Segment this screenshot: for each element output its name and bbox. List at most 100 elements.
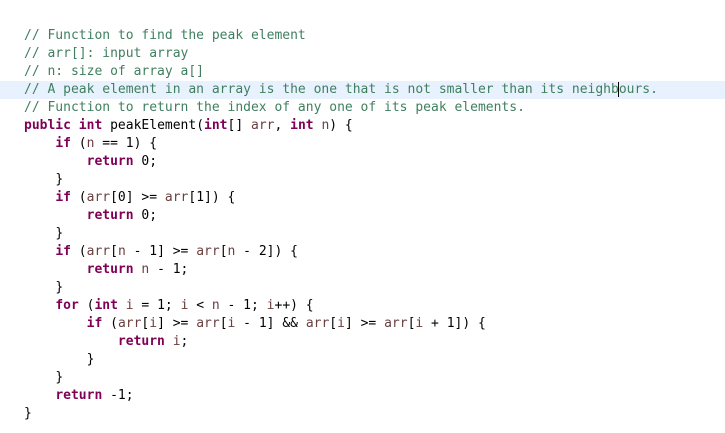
code-line[interactable]: } — [0, 279, 725, 297]
code-token: 0; — [133, 208, 158, 223]
code-line[interactable]: return 0; — [0, 153, 725, 171]
code-line[interactable]: // n: size of array a[] — [0, 63, 725, 81]
code-line[interactable]: // Function to return the index of any o… — [0, 99, 725, 117]
code-token: [0] >= — [110, 190, 165, 205]
code-line[interactable]: } — [0, 369, 725, 387]
variable-token: n — [117, 244, 126, 259]
code-line-current[interactable]: // A peak element in an array is the one… — [0, 81, 725, 99]
code-line[interactable]: return n - 1; — [0, 261, 725, 279]
code-line[interactable]: // Function to find the peak element — [0, 27, 725, 45]
code-token: -1; — [102, 388, 134, 403]
code-line[interactable]: if (arr[i] >= arr[i - 1] && arr[i] >= ar… — [0, 315, 725, 333]
variable-token: arr — [117, 316, 142, 331]
keyword-token: return — [86, 154, 134, 169]
code-line[interactable]: return -1; — [0, 387, 725, 405]
code-token: ( — [70, 190, 87, 205]
variable-token: arr — [196, 316, 220, 331]
code-token: } — [55, 280, 64, 295]
keyword-token: if — [55, 244, 71, 259]
variable-token: arr — [251, 118, 275, 133]
variable-token: i — [149, 316, 158, 331]
comment-token: // Function to return the index of any o… — [24, 100, 525, 115]
code-token: } — [55, 370, 64, 385]
code-token: ( — [78, 298, 95, 313]
code-editor[interactable]: // Function to find the peak element // a… — [0, 0, 725, 433]
variable-token: i — [125, 298, 134, 313]
code-token: ++) { — [274, 298, 314, 313]
variable-token: arr — [86, 190, 111, 205]
variable-token: i — [337, 316, 345, 331]
variable-token: arr — [305, 316, 330, 331]
code-token: } — [55, 226, 64, 241]
variable-token: arr — [196, 244, 220, 259]
code-token: ( — [70, 136, 87, 151]
keyword-token: public — [24, 118, 71, 133]
code-line[interactable]: return i; — [0, 333, 725, 351]
code-token: == 1) { — [94, 136, 158, 151]
keyword-token: if — [55, 136, 71, 151]
code-token: ) { — [329, 118, 353, 133]
code-token: = 1; — [133, 298, 181, 313]
code-token: } — [24, 406, 32, 421]
keyword-token: for — [55, 298, 79, 313]
code-token: [ — [219, 316, 228, 331]
variable-token: arr — [86, 244, 111, 259]
code-line[interactable]: // arr[]: input array — [0, 45, 725, 63]
variable-token: arr — [164, 190, 189, 205]
code-token: [ — [219, 244, 228, 259]
keyword-token: return — [55, 388, 103, 403]
code-line[interactable]: return 0; — [0, 207, 725, 225]
code-line[interactable]: if (n == 1) { — [0, 135, 725, 153]
code-token: } — [86, 352, 95, 367]
code-line[interactable]: if (arr[0] >= arr[1]) { — [0, 189, 725, 207]
code-token: 0; — [133, 154, 158, 169]
code-line[interactable]: } — [0, 351, 725, 369]
comment-token: // Function to find the peak element — [24, 28, 306, 43]
variable-token: n — [211, 298, 220, 313]
keyword-token: return — [117, 334, 165, 349]
code-token: - 1] >= — [125, 244, 197, 259]
code-token: < — [188, 298, 212, 313]
keyword-token: int — [94, 298, 118, 313]
code-token: [1]) { — [188, 190, 236, 205]
code-token: , — [274, 118, 291, 133]
code-token: - 1; — [219, 298, 267, 313]
code-line[interactable]: } — [0, 225, 725, 243]
code-token: + 1]) { — [423, 316, 486, 331]
code-token: ( — [70, 244, 87, 259]
code-token: - 2]) { — [235, 244, 298, 259]
code-token: - 1] && — [235, 316, 306, 331]
code-token: ; — [180, 334, 189, 349]
code-token: [ — [110, 244, 118, 259]
keyword-token: return — [86, 262, 134, 277]
code-line[interactable]: if (arr[n - 1] >= arr[n - 2]) { — [0, 243, 725, 261]
code-token: [ — [329, 316, 338, 331]
comment-token: // arr[]: input array — [24, 46, 189, 61]
code-token: ] >= — [344, 316, 385, 331]
code-token: ] >= — [157, 316, 197, 331]
code-line[interactable]: } — [0, 171, 725, 189]
keyword-token: int — [204, 118, 228, 133]
code-token: [] — [227, 118, 251, 133]
code-line[interactable]: } — [0, 405, 725, 423]
keyword-token: if — [86, 316, 103, 331]
code-line[interactable]: for (int i = 1; i < n - 1; i++) { — [0, 297, 725, 315]
code-line[interactable]: public int peakElement(int[] arr, int n)… — [0, 117, 725, 135]
